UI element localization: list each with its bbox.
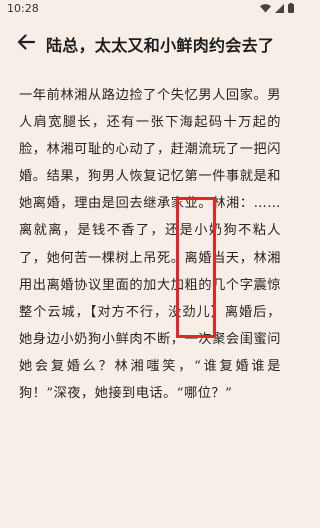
back-button[interactable]: [14, 30, 38, 54]
chapter-title: 陆总，太太又和小鲜肉约会去了: [46, 36, 275, 55]
article-paragraph: 一年前林湘从路边捡了个失忆男人回家。男人肩宽腿长，还有一张下海起码十万起的脸，林…: [19, 88, 281, 402]
article-content: 一年前林湘从路边捡了个失忆男人回家。男人肩宽腿长，还有一张下海起码十万起的脸，林…: [19, 82, 281, 407]
arrow-left-icon: [17, 34, 35, 50]
status-bar: 10:28: [0, 0, 300, 18]
top-bar: 陆总，太太又和小鲜肉约会去了: [0, 24, 300, 60]
status-icons: [260, 3, 294, 13]
battery-icon: [288, 3, 294, 13]
status-time: 10:28: [7, 2, 39, 15]
signal-icon: [275, 3, 284, 13]
wifi-icon: [260, 3, 271, 12]
